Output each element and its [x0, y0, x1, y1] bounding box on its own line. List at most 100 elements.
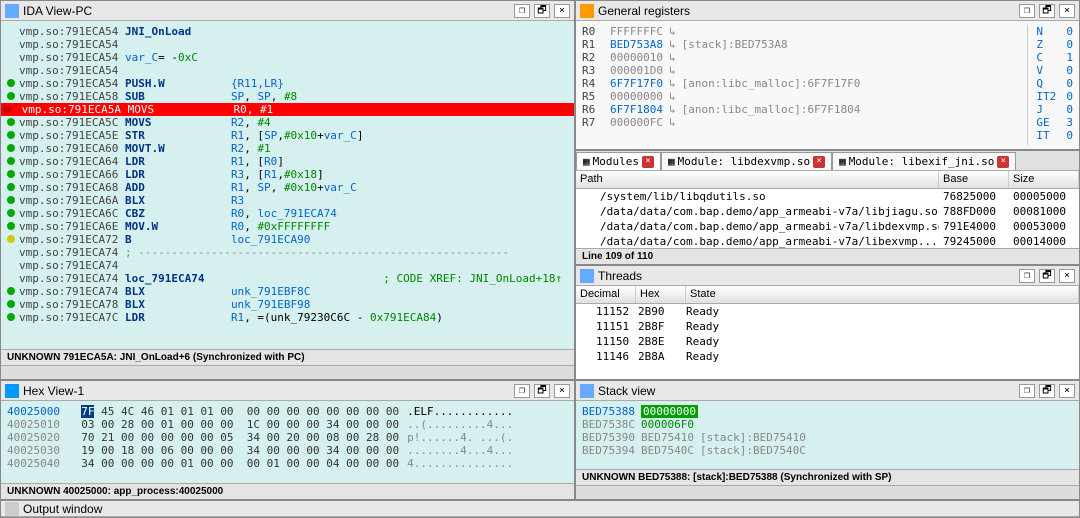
tab-modules[interactable]: ▦Modules× [576, 152, 661, 170]
maximize-button[interactable]: 🗗 [1039, 269, 1055, 283]
col-base[interactable]: Base [939, 171, 1009, 188]
disasm-line[interactable]: vmp.so:791ECA68 ADD R1, SP, #0x10+var_C [1, 181, 574, 194]
table-row[interactable]: /data/data/com.bap.demo/app_armeabi-v7a/… [576, 204, 1079, 219]
table-row[interactable]: /data/data/com.bap.demo/app_armeabi-v7a/… [576, 234, 1079, 248]
close-button[interactable]: × [1059, 269, 1075, 283]
register-row[interactable]: R500000000↳ [582, 90, 1027, 103]
maximize-button[interactable]: 🗗 [534, 4, 550, 18]
modules-table[interactable]: Path Base Size /system/lib/libqdutils.so… [576, 171, 1079, 248]
modules-header: Path Base Size [576, 171, 1079, 189]
threads-table[interactable]: Decimal Hex State 111522B90Ready111512B8… [576, 286, 1079, 379]
scrollbar[interactable] [1, 365, 574, 379]
disasm-line[interactable]: vmp.so:791ECA74 BLX unk_791EBF8C [1, 285, 574, 298]
stack-title: Stack view [598, 384, 1015, 398]
stack-line[interactable]: BED75394BED7540C[stack]:BED7540C [582, 444, 1073, 457]
disasm-line[interactable]: vmp.so:791ECA78 BLX unk_791EBF98 [1, 298, 574, 311]
output-panel: Output window [0, 500, 1080, 518]
table-row[interactable]: 111522B90Ready [576, 304, 1079, 319]
restore-button[interactable]: ❐ [514, 4, 530, 18]
table-row[interactable]: 111502B8EReady [576, 334, 1079, 349]
disasm-line[interactable]: vmp.so:791ECA74 loc_791ECA74 ; CODE XREF… [1, 272, 574, 285]
tab-module-1[interactable]: ▦Module: libdexvmp.so× [661, 152, 832, 170]
restore-button[interactable]: ❐ [1019, 4, 1035, 18]
close-button[interactable]: × [1059, 384, 1075, 398]
register-row[interactable]: R200000010↳ [582, 51, 1027, 64]
register-row[interactable]: R46F7F17F0↳[anon:libc_malloc]:6F7F17F0 [582, 77, 1027, 90]
disassembly-listing[interactable]: vmp.so:791ECA54 JNI_OnLoadvmp.so:791ECA5… [1, 21, 574, 349]
restore-button[interactable]: ❐ [1019, 384, 1035, 398]
stack-line[interactable]: BED75390BED75410[stack]:BED75410 [582, 431, 1073, 444]
close-icon[interactable]: × [997, 156, 1009, 168]
hex-dump[interactable]: 40025000 7F 45 4C 46 01 01 01 00 00 00 0… [1, 401, 574, 483]
close-button[interactable]: × [554, 4, 570, 18]
disasm-line[interactable]: vmp.so:791ECA74 [1, 259, 574, 272]
restore-button[interactable]: ❐ [1019, 269, 1035, 283]
disasm-line[interactable]: vmp.so:791ECA5E STR R1, [SP,#0x10+var_C] [1, 129, 574, 142]
flag-row: V0 [1036, 64, 1073, 77]
bug-icon [580, 4, 594, 18]
col-size[interactable]: Size [1009, 171, 1079, 188]
flag-row: J0 [1036, 103, 1073, 116]
disasm-line[interactable]: vmp.so:791ECA6C CBZ R0, loc_791ECA74 [1, 207, 574, 220]
col-decimal[interactable]: Decimal [576, 286, 636, 303]
register-row[interactable]: R3000001D0↳ [582, 64, 1027, 77]
table-row[interactable]: /data/data/com.bap.demo/app_armeabi-v7a/… [576, 219, 1079, 234]
stack-listing[interactable]: BED7538800000000BED7538C000006F0BED75390… [576, 401, 1079, 469]
stack-line[interactable]: BED7538800000000 [582, 405, 1073, 418]
maximize-button[interactable]: 🗗 [1039, 4, 1055, 18]
tab-icon: ▦ [668, 155, 675, 168]
flag-row: Z0 [1036, 38, 1073, 51]
hex-line[interactable]: 40025040 34 00 00 00 00 01 00 00 00 01 0… [7, 457, 568, 470]
disasm-line[interactable]: vmp.so:791ECA5C MOVS R2, #4 [1, 116, 574, 129]
col-path[interactable]: Path [576, 171, 939, 188]
table-row[interactable]: 111512B8FReady [576, 319, 1079, 334]
hex-line[interactable]: 40025010 03 00 28 00 01 00 00 00 1C 00 0… [7, 418, 568, 431]
disasm-line[interactable]: vmp.so:791ECA66 LDR R3, [R1,#0x18] [1, 168, 574, 181]
close-button[interactable]: × [554, 384, 570, 398]
disasm-line[interactable]: vmp.so:791ECA64 LDR R1, [R0] [1, 155, 574, 168]
maximize-button[interactable]: 🗗 [1039, 384, 1055, 398]
disasm-line[interactable]: vmp.so:791ECA54 JNI_OnLoad [1, 25, 574, 38]
hex-line[interactable]: 40025020 70 21 00 00 00 00 00 05 34 00 2… [7, 431, 568, 444]
col-state[interactable]: State [686, 286, 1079, 303]
disasm-line[interactable]: vmp.so:791ECA6A BLX R3 [1, 194, 574, 207]
disasm-line[interactable]: vmp.so:791ECA72 B loc_791ECA90 [1, 233, 574, 246]
table-row[interactable]: /system/lib/libqdutils.so768250000000500… [576, 189, 1079, 204]
flag-row: C1 [1036, 51, 1073, 64]
close-icon[interactable]: × [813, 156, 825, 168]
right-column: General registers ❐ 🗗 × R0FFFFFFFC↳R1BED… [575, 0, 1080, 380]
tab-module-2[interactable]: ▦Module: libexif_jni.so× [832, 152, 1016, 170]
disasm-line[interactable]: vmp.so:791ECA5A MOVS R0, #1 [1, 103, 574, 116]
col-hex[interactable]: Hex [636, 286, 686, 303]
disasm-line[interactable]: vmp.so:791ECA54 [1, 38, 574, 51]
disasm-line[interactable]: vmp.so:791ECA54 PUSH.W {R11,LR} [1, 77, 574, 90]
registers-body[interactable]: R0FFFFFFFC↳R1BED753A8↳[stack]:BED753A8R2… [576, 21, 1079, 149]
threads-panel: Threads ❐ 🗗 × Decimal Hex State 111522B9… [575, 265, 1080, 380]
restore-button[interactable]: ❐ [514, 384, 530, 398]
disasm-line[interactable]: vmp.so:791ECA58 SUB SP, SP, #8 [1, 90, 574, 103]
output-title: Output window [23, 502, 1075, 516]
threads-titlebar: Threads ❐ 🗗 × [576, 266, 1079, 286]
maximize-button[interactable]: 🗗 [534, 384, 550, 398]
hex-line[interactable]: 40025000 7F 45 4C 46 01 01 01 00 00 00 0… [7, 405, 568, 418]
ida-status: UNKNOWN 791ECA5A: JNI_OnLoad+6 (Synchron… [1, 349, 574, 365]
register-row[interactable]: R0FFFFFFFC↳ [582, 25, 1027, 38]
disasm-line[interactable]: vmp.so:791ECA60 MOVT.W R2, #1 [1, 142, 574, 155]
hex-line[interactable]: 40025030 19 00 18 00 06 00 00 00 34 00 0… [7, 444, 568, 457]
table-row[interactable]: 111462B8AReady [576, 349, 1079, 364]
disasm-line[interactable]: vmp.so:791ECA6E MOV.W R0, #0xFFFFFFFF [1, 220, 574, 233]
scrollbar[interactable] [576, 485, 1079, 499]
disasm-line[interactable]: vmp.so:791ECA74 ; ----------------------… [1, 246, 574, 259]
disasm-line[interactable]: vmp.so:791ECA54 var_C= -0xC [1, 51, 574, 64]
disasm-line[interactable]: vmp.so:791ECA54 [1, 64, 574, 77]
stack-line[interactable]: BED7538C000006F0 [582, 418, 1073, 431]
stack-icon [580, 384, 594, 398]
hex-status: UNKNOWN 40025000: app_process:40025000 [1, 483, 574, 499]
register-row[interactable]: R1BED753A8↳[stack]:BED753A8 [582, 38, 1027, 51]
close-button[interactable]: × [1059, 4, 1075, 18]
register-row[interactable]: R66F7F1804↳[anon:libc_malloc]:6F7F1804 [582, 103, 1027, 116]
close-icon[interactable]: × [642, 156, 654, 168]
register-row[interactable]: R7000000FC↳ [582, 116, 1027, 129]
flag-row: N0 [1036, 25, 1073, 38]
disasm-line[interactable]: vmp.so:791ECA7C LDR R1, =(unk_79230C6C -… [1, 311, 574, 324]
